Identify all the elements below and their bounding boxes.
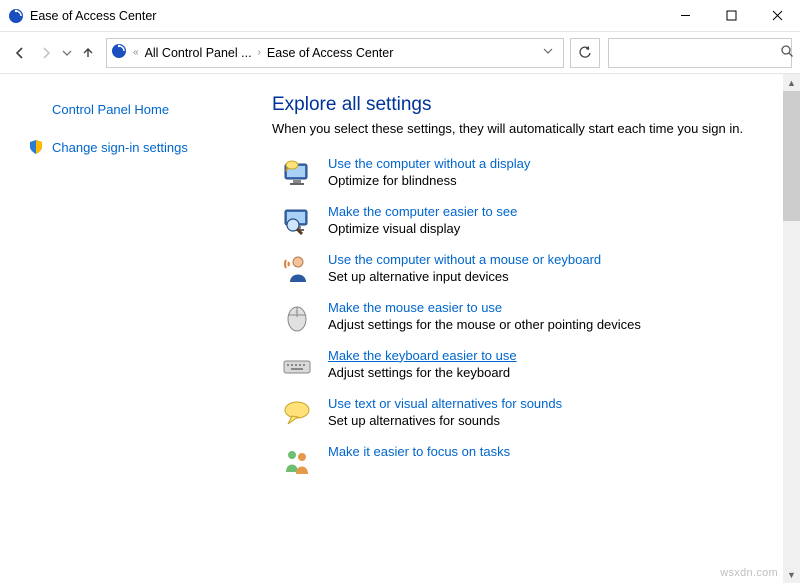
sidebar-link-home[interactable]: Control Panel Home [28, 102, 240, 117]
option-link[interactable]: Use text or visual alternatives for soun… [328, 396, 562, 411]
option-no-display: Use the computer without a display Optim… [272, 156, 778, 190]
option-link[interactable]: Make it easier to focus on tasks [328, 444, 510, 459]
refresh-button[interactable] [570, 38, 600, 68]
sidebar: Control Panel Home Change sign-in settin… [0, 74, 250, 583]
address-bar[interactable]: « All Control Panel ... › Ease of Access… [106, 38, 564, 68]
close-button[interactable] [754, 0, 800, 32]
shield-icon [28, 139, 44, 155]
watermark-text: wsxdn.com [720, 567, 778, 579]
option-link[interactable]: Make the computer easier to see [328, 204, 517, 219]
option-sound-alternatives: Use text or visual alternatives for soun… [272, 396, 778, 430]
speech-bubble-icon [280, 396, 314, 430]
minimize-button[interactable] [662, 0, 708, 32]
breadcrumb-item[interactable]: All Control Panel ... [145, 46, 252, 60]
search-input[interactable] [615, 45, 780, 61]
up-button[interactable] [76, 41, 100, 65]
scroll-up-icon[interactable]: ▲ [783, 74, 800, 91]
keyboard-icon [280, 348, 314, 382]
breadcrumb-item[interactable]: Ease of Access Center [267, 46, 393, 60]
option-keyboard-easier: Make the keyboard easier to use Adjust s… [272, 348, 778, 382]
mouse-icon [280, 300, 314, 334]
back-button[interactable] [8, 41, 32, 65]
sidebar-item-label: Change sign-in settings [52, 140, 188, 155]
option-desc: Set up alternatives for sounds [328, 413, 562, 428]
option-link[interactable]: Make the mouse easier to use [328, 300, 502, 315]
option-link[interactable]: Make the keyboard easier to use [328, 348, 517, 363]
option-mouse-easier: Make the mouse easier to use Adjust sett… [272, 300, 778, 334]
monitor-icon [280, 156, 314, 190]
address-dropdown[interactable] [533, 46, 559, 59]
search-icon[interactable] [780, 44, 794, 61]
magnifier-monitor-icon [280, 204, 314, 238]
chevron-right-icon: › [256, 47, 263, 58]
sidebar-link-change-signin[interactable]: Change sign-in settings [28, 139, 240, 155]
option-no-mouse-keyboard: Use the computer without a mouse or keyb… [272, 252, 778, 286]
app-icon [8, 8, 24, 24]
option-link[interactable]: Use the computer without a mouse or keyb… [328, 252, 601, 267]
option-desc: Optimize for blindness [328, 173, 530, 188]
content-pane: Explore all settings When you select the… [250, 74, 800, 583]
body: Control Panel Home Change sign-in settin… [0, 74, 800, 583]
scroll-down-icon[interactable]: ▼ [783, 566, 800, 583]
person-speaking-icon [280, 252, 314, 286]
breadcrumb-sep: « [131, 47, 141, 58]
option-desc: Adjust settings for the mouse or other p… [328, 317, 641, 332]
option-desc: Set up alternative input devices [328, 269, 601, 284]
option-desc: Adjust settings for the keyboard [328, 365, 517, 380]
page-heading: Explore all settings [272, 94, 778, 116]
app-icon [111, 43, 127, 62]
window-title: Ease of Access Center [30, 9, 156, 23]
nav-toolbar: « All Control Panel ... › Ease of Access… [0, 32, 800, 74]
titlebar: Ease of Access Center [0, 0, 800, 32]
option-focus-tasks: Make it easier to focus on tasks [272, 444, 778, 478]
forward-button[interactable] [34, 41, 58, 65]
search-box[interactable] [608, 38, 792, 68]
maximize-button[interactable] [708, 0, 754, 32]
option-link[interactable]: Use the computer without a display [328, 156, 530, 171]
recent-dropdown[interactable] [60, 41, 74, 65]
people-icon [280, 444, 314, 478]
vertical-scrollbar[interactable]: ▲ ▼ [783, 74, 800, 583]
option-desc: Optimize visual display [328, 221, 517, 236]
option-easier-see: Make the computer easier to see Optimize… [272, 204, 778, 238]
sidebar-item-label: Control Panel Home [52, 102, 169, 117]
page-subhead: When you select these settings, they wil… [272, 120, 752, 138]
scroll-thumb[interactable] [783, 91, 800, 221]
